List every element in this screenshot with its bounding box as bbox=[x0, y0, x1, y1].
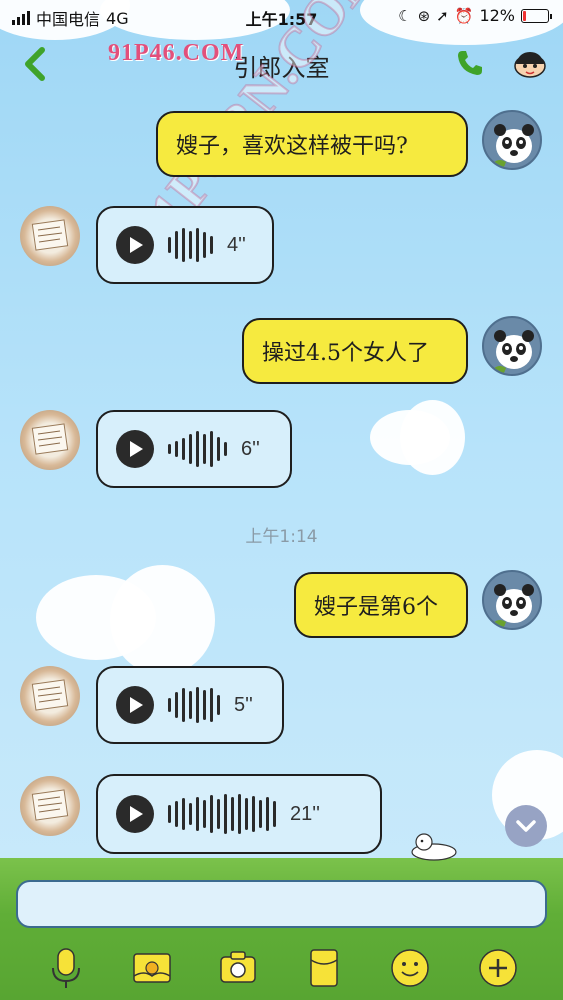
battery-percent: 12% bbox=[479, 6, 515, 25]
microphone-icon[interactable] bbox=[44, 946, 88, 990]
voice-message[interactable]: 6'' bbox=[96, 410, 292, 488]
voice-message[interactable]: 5'' bbox=[96, 666, 284, 744]
waveform bbox=[168, 794, 276, 834]
paper-icon bbox=[31, 679, 69, 711]
avatar[interactable] bbox=[482, 570, 542, 630]
battery-icon bbox=[521, 8, 552, 23]
lock-rotation-icon: ⊛ bbox=[417, 6, 431, 25]
panda-icon bbox=[490, 330, 534, 374]
panda-icon bbox=[490, 124, 534, 168]
panda-icon bbox=[490, 584, 534, 628]
message-bubble-outgoing[interactable]: 嫂子，喜欢这样被干吗? bbox=[156, 111, 468, 177]
cloud bbox=[400, 400, 465, 475]
voice-duration: 6'' bbox=[241, 437, 260, 460]
avatar[interactable] bbox=[482, 316, 542, 376]
avatar[interactable] bbox=[482, 110, 542, 170]
message-input[interactable] bbox=[16, 880, 547, 928]
dog-icon bbox=[411, 833, 457, 861]
alarm-icon: ⏰ bbox=[454, 6, 474, 25]
play-icon[interactable] bbox=[116, 226, 154, 264]
plus-icon[interactable] bbox=[476, 946, 520, 990]
paper-icon bbox=[31, 219, 69, 251]
paper-icon bbox=[31, 789, 69, 821]
avatar[interactable] bbox=[20, 666, 80, 726]
watermark: 91P46.COM bbox=[108, 40, 245, 66]
avatar[interactable] bbox=[20, 776, 80, 836]
avatar[interactable] bbox=[20, 410, 80, 470]
message-text: 操过4.5个女人了 bbox=[262, 341, 429, 366]
chevron-down-icon bbox=[516, 820, 536, 832]
avatar[interactable] bbox=[20, 206, 80, 266]
chat-toolbar bbox=[0, 940, 563, 996]
moon-icon: ☾ bbox=[398, 6, 412, 25]
scroll-down-button[interactable] bbox=[505, 805, 547, 847]
message-text: 嫂子，喜欢这样被干吗? bbox=[176, 134, 408, 159]
voice-duration: 4'' bbox=[227, 233, 246, 256]
play-icon[interactable] bbox=[116, 795, 154, 833]
phone-icon[interactable] bbox=[455, 48, 485, 78]
timestamp: 上午1:14 bbox=[245, 527, 318, 547]
smiley-icon[interactable] bbox=[388, 946, 432, 990]
message-text: 嫂子是第6个 bbox=[314, 595, 438, 620]
waveform bbox=[168, 429, 227, 469]
paper-icon bbox=[31, 423, 69, 455]
voice-duration: 21'' bbox=[290, 802, 320, 825]
voice-message[interactable]: 21'' bbox=[96, 774, 382, 854]
waveform bbox=[168, 685, 220, 725]
voice-duration: 5'' bbox=[234, 693, 253, 716]
message-bubble-outgoing[interactable]: 嫂子是第6个 bbox=[294, 572, 468, 638]
cloud bbox=[110, 565, 215, 675]
play-icon[interactable] bbox=[116, 686, 154, 724]
message-bubble-outgoing[interactable]: 操过4.5个女人了 bbox=[242, 318, 468, 384]
camera-icon[interactable] bbox=[216, 946, 260, 990]
image-icon[interactable] bbox=[130, 946, 174, 990]
location-icon: ➚ bbox=[436, 6, 449, 25]
play-icon[interactable] bbox=[116, 430, 154, 468]
waveform bbox=[168, 225, 213, 265]
red-packet-icon[interactable] bbox=[302, 946, 346, 990]
character-icon[interactable] bbox=[513, 46, 547, 80]
voice-message[interactable]: 4'' bbox=[96, 206, 274, 284]
